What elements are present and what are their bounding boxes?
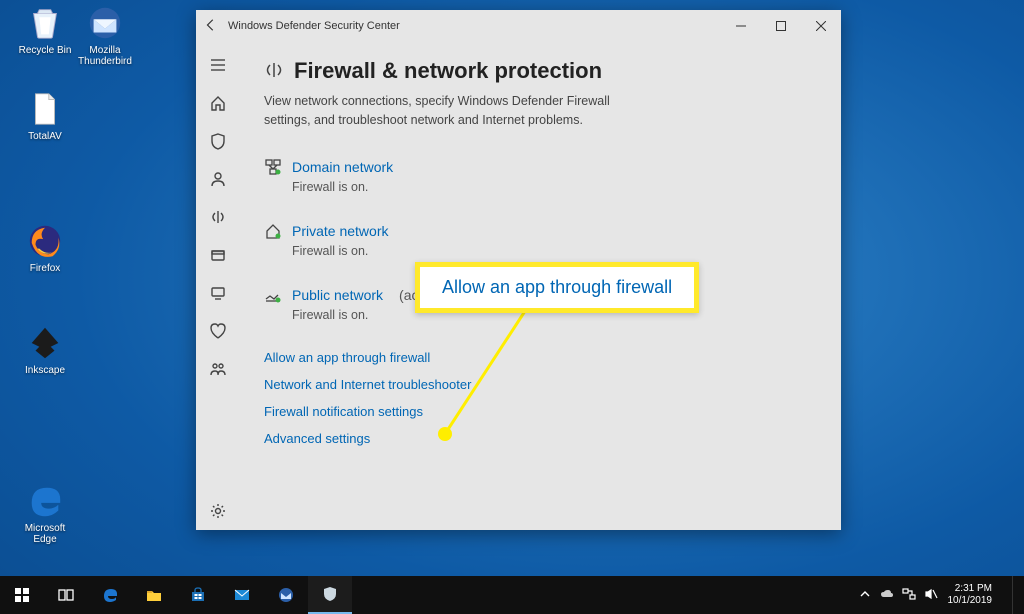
desktop-icon-label: Microsoft Edge bbox=[25, 523, 66, 545]
public-network-link[interactable]: Public network bbox=[292, 287, 383, 303]
desktop-icon-label: Inkscape bbox=[25, 365, 65, 376]
nav-device[interactable] bbox=[196, 274, 240, 312]
tray-network-icon[interactable] bbox=[902, 587, 916, 604]
link-advanced-settings[interactable]: Advanced settings bbox=[264, 431, 809, 446]
task-view-button[interactable] bbox=[44, 576, 88, 614]
nav-family[interactable] bbox=[196, 350, 240, 388]
taskbar-store[interactable] bbox=[176, 576, 220, 614]
close-button[interactable] bbox=[801, 10, 841, 42]
nav-virus[interactable] bbox=[196, 122, 240, 160]
desktop-icon-recycle-bin[interactable]: Recycle Bin bbox=[15, 4, 75, 56]
tray-onedrive-icon[interactable] bbox=[880, 587, 894, 604]
clock-date: 10/1/2019 bbox=[948, 595, 993, 607]
link-notification-settings[interactable]: Firewall notification settings bbox=[264, 404, 809, 419]
back-button[interactable] bbox=[204, 18, 218, 35]
taskbar: 2:31 PM 10/1/2019 bbox=[0, 576, 1024, 614]
domain-network-status: Firewall is on. bbox=[292, 180, 809, 194]
desktop-icon-firefox[interactable]: Firefox bbox=[15, 222, 75, 274]
nav-settings[interactable] bbox=[196, 492, 240, 530]
nav-account[interactable] bbox=[196, 160, 240, 198]
maximize-button[interactable] bbox=[761, 10, 801, 42]
hamburger-button[interactable] bbox=[196, 46, 240, 84]
page-description: View network connections, specify Window… bbox=[264, 92, 644, 130]
private-network-icon bbox=[264, 222, 282, 240]
file-icon bbox=[26, 90, 64, 128]
taskbar-edge[interactable] bbox=[88, 576, 132, 614]
network-domain: Domain network Firewall is on. bbox=[264, 158, 809, 194]
desktop-icon-label: TotalAV bbox=[28, 131, 62, 142]
desktop-icon-label: Mozilla Thunderbird bbox=[78, 45, 132, 67]
domain-network-icon bbox=[264, 158, 282, 176]
private-network-status: Firewall is on. bbox=[292, 244, 809, 258]
titlebar: Windows Defender Security Center bbox=[196, 10, 841, 42]
recycle-bin-icon bbox=[26, 4, 64, 42]
annotation-dot bbox=[438, 427, 452, 441]
annotation-callout: Allow an app through firewall bbox=[415, 262, 699, 313]
taskbar-defender[interactable] bbox=[308, 576, 352, 614]
desktop-icon-thunderbird[interactable]: Mozilla Thunderbird bbox=[75, 4, 135, 67]
link-allow-app[interactable]: Allow an app through firewall bbox=[264, 350, 809, 365]
taskbar-mail[interactable] bbox=[220, 576, 264, 614]
taskbar-thunderbird[interactable] bbox=[264, 576, 308, 614]
public-network-icon bbox=[264, 286, 282, 304]
taskbar-file-explorer[interactable] bbox=[132, 576, 176, 614]
nav-app-control[interactable] bbox=[196, 236, 240, 274]
taskbar-clock[interactable]: 2:31 PM 10/1/2019 bbox=[948, 583, 993, 607]
window-title: Windows Defender Security Center bbox=[228, 20, 400, 32]
nav-rail bbox=[196, 42, 240, 530]
annotation-text: Allow an app through firewall bbox=[442, 277, 672, 297]
tray-volume-icon[interactable] bbox=[924, 587, 938, 604]
nav-health[interactable] bbox=[196, 312, 240, 350]
clock-time: 2:31 PM bbox=[948, 583, 993, 595]
desktop-icon-inkscape[interactable]: Inkscape bbox=[15, 324, 75, 376]
inkscape-icon bbox=[26, 324, 64, 362]
desktop-icon-totalav[interactable]: TotalAV bbox=[15, 90, 75, 142]
desktop-icon-edge[interactable]: Microsoft Edge bbox=[15, 482, 75, 545]
desktop-icon-label: Firefox bbox=[30, 263, 61, 274]
page-title: Firewall & network protection bbox=[294, 58, 602, 84]
start-button[interactable] bbox=[0, 576, 44, 614]
edge-icon bbox=[26, 482, 64, 520]
minimize-button[interactable] bbox=[721, 10, 761, 42]
link-troubleshooter[interactable]: Network and Internet troubleshooter bbox=[264, 377, 809, 392]
thunderbird-icon bbox=[86, 4, 124, 42]
show-desktop-button[interactable] bbox=[1012, 576, 1018, 614]
nav-home[interactable] bbox=[196, 84, 240, 122]
network-private: Private network Firewall is on. bbox=[264, 222, 809, 258]
desktop-icon-label: Recycle Bin bbox=[19, 45, 72, 56]
nav-firewall[interactable] bbox=[196, 198, 240, 236]
system-tray: 2:31 PM 10/1/2019 bbox=[858, 576, 1024, 614]
tray-chevron-icon[interactable] bbox=[858, 587, 872, 604]
private-network-link[interactable]: Private network bbox=[292, 223, 388, 239]
domain-network-link[interactable]: Domain network bbox=[292, 159, 393, 175]
firewall-icon bbox=[264, 60, 284, 83]
firefox-icon bbox=[26, 222, 64, 260]
